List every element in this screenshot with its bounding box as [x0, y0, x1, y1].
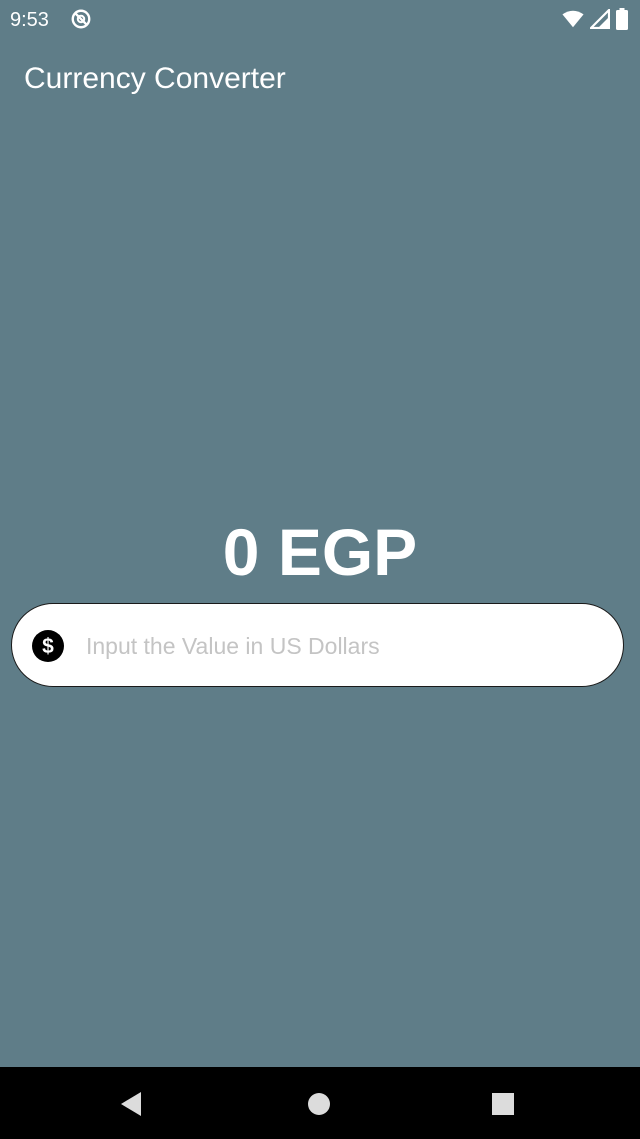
- conversion-result: 0 EGP: [222, 515, 418, 589]
- home-icon[interactable]: [304, 1089, 334, 1119]
- status-time: 9:53: [10, 9, 49, 31]
- status-bar: 9:53: [0, 0, 640, 40]
- sync-off-icon: [71, 9, 91, 29]
- dollar-icon: $: [32, 630, 64, 662]
- usd-amount-input[interactable]: [86, 622, 606, 670]
- app-title: Currency Converter: [24, 62, 286, 95]
- signal-icon: [590, 9, 610, 29]
- status-icons: [562, 8, 628, 30]
- battery-icon: [616, 8, 628, 30]
- back-icon[interactable]: [116, 1089, 146, 1119]
- recents-icon[interactable]: [488, 1089, 518, 1119]
- svg-text:$: $: [42, 635, 54, 658]
- wifi-icon: [562, 10, 584, 28]
- usd-input-container[interactable]: $: [11, 603, 624, 687]
- navigation-bar: [0, 1067, 640, 1139]
